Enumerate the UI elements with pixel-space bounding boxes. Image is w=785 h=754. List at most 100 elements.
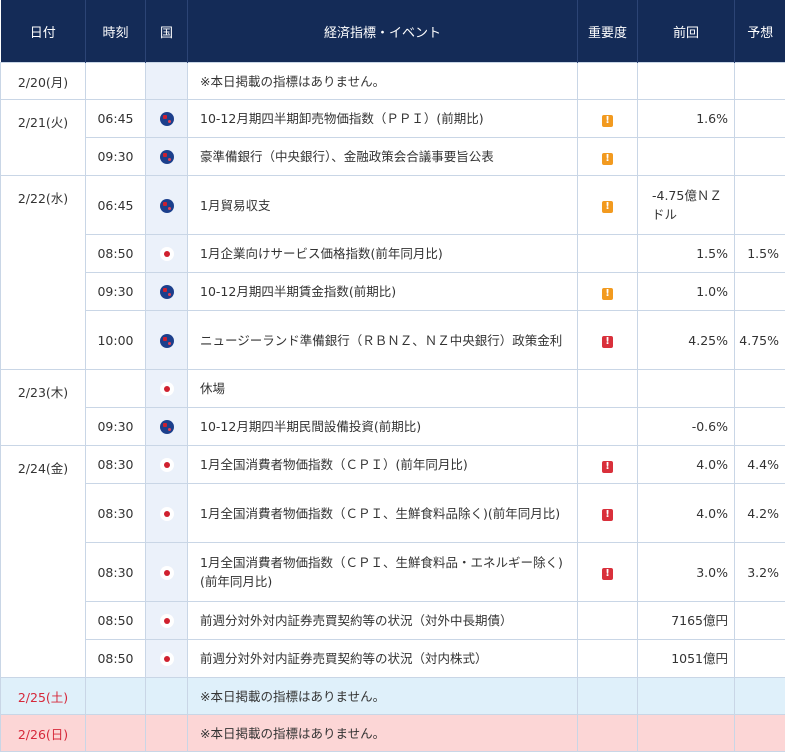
date-cell: 2/23(木) bbox=[0, 369, 86, 446]
forecast-value: 4.75% bbox=[734, 310, 785, 370]
date-cell: 2/25(土) bbox=[0, 677, 86, 715]
time-cell bbox=[85, 62, 146, 100]
time-cell: 09:30 bbox=[85, 137, 146, 176]
orange-exclamation-icon: ! bbox=[602, 114, 613, 127]
event-name[interactable]: 10-12月期四半期賃金指数(前期比) bbox=[187, 272, 578, 311]
forecast-value bbox=[734, 407, 785, 446]
event-name: ※本日掲載の指標はありません。 bbox=[187, 62, 578, 100]
table-row: 08:30 1月全国消費者物価指数（ＣＰＩ、生鮮食料品除く)(前年同月比) ! … bbox=[1, 483, 785, 543]
event-name[interactable]: ニュージーランド準備銀行（ＲＢＮＺ、ＮＺ中央銀行）政策金利 bbox=[187, 310, 578, 370]
time-cell: 06:45 bbox=[85, 175, 146, 235]
event-name: ※本日掲載の指標はありません。 bbox=[187, 714, 578, 752]
header-time[interactable]: 時刻 bbox=[85, 0, 146, 63]
previous-value: 1.6% bbox=[637, 99, 735, 138]
forecast-value bbox=[734, 601, 785, 640]
previous-value bbox=[637, 137, 735, 176]
header-row: 日付 時刻 国 経済指標・イベント 重要度 前回 予想 bbox=[0, 0, 785, 63]
table-row: 2/22(水) 06:45 1月貿易収支 ! -4.75億ＮＺドル bbox=[0, 175, 785, 370]
time-cell: 08:30 bbox=[85, 542, 146, 602]
event-name[interactable]: 1月貿易収支 bbox=[187, 175, 578, 235]
time-cell: 08:50 bbox=[85, 639, 146, 678]
table-row: 2/20(月) ※本日掲載の指標はありません。 bbox=[0, 62, 785, 100]
orange-exclamation-icon: ! bbox=[602, 287, 613, 300]
previous-value: 4.0% bbox=[637, 445, 735, 484]
event-name[interactable]: 豪準備銀行（中央銀行）、金融政策会合議事要旨公表 bbox=[187, 137, 578, 176]
forecast-value bbox=[734, 175, 785, 235]
forecast-value: 3.2% bbox=[734, 542, 785, 602]
header-importance[interactable]: 重要度 bbox=[577, 0, 638, 63]
new-zealand-flag-icon bbox=[159, 420, 174, 435]
forecast-value: 4.4% bbox=[734, 445, 785, 484]
date-cell: 2/22(水) bbox=[0, 175, 86, 370]
event-name[interactable]: 前週分対外対内証券売買契約等の状況（対内株式） bbox=[187, 639, 578, 678]
header-previous[interactable]: 前回 bbox=[637, 0, 735, 63]
date-cell: 2/26(日) bbox=[0, 714, 86, 752]
event-name[interactable]: 1月全国消費者物価指数（ＣＰＩ、生鮮食料品除く)(前年同月比) bbox=[187, 483, 578, 543]
red-exclamation-icon: ! bbox=[602, 460, 613, 473]
previous-value: -4.75億ＮＺドル bbox=[637, 175, 735, 235]
previous-value: 1.0% bbox=[637, 272, 735, 311]
time-cell: 08:50 bbox=[85, 234, 146, 273]
time-cell bbox=[85, 369, 146, 408]
event-name[interactable]: 1月企業向けサービス価格指数(前年同月比) bbox=[187, 234, 578, 273]
table-row: 2/25(土) ※本日掲載の指標はありません。 bbox=[0, 677, 785, 715]
previous-value: 3.0% bbox=[637, 542, 735, 602]
new-zealand-flag-icon bbox=[159, 333, 174, 348]
japan-flag-icon bbox=[159, 506, 174, 521]
header-forecast[interactable]: 予想 bbox=[734, 0, 785, 63]
table-row: 2/23(木) 休場 bbox=[0, 369, 785, 446]
time-cell: 06:45 bbox=[85, 99, 146, 138]
time-cell: 10:00 bbox=[85, 310, 146, 370]
date-cell: 2/21(火) bbox=[0, 99, 86, 176]
time-cell: 08:30 bbox=[85, 483, 146, 543]
forecast-value bbox=[734, 639, 785, 678]
previous-value: 7165億円 bbox=[637, 601, 735, 640]
time-cell: 09:30 bbox=[85, 407, 146, 446]
table-row: 08:50 前週分対外対内証券売買契約等の状況（対内株式） 1051億円 bbox=[1, 639, 785, 678]
previous-value: 1.5% bbox=[637, 234, 735, 273]
new-zealand-flag-icon bbox=[159, 198, 174, 213]
new-zealand-flag-icon bbox=[159, 285, 174, 300]
table-row: 09:30 豪準備銀行（中央銀行）、金融政策会合議事要旨公表 ! bbox=[1, 137, 785, 176]
forecast-value: 4.2% bbox=[734, 483, 785, 543]
japan-flag-icon bbox=[159, 458, 174, 473]
new-zealand-flag-icon bbox=[159, 150, 174, 165]
red-exclamation-icon: ! bbox=[602, 509, 613, 521]
orange-exclamation-icon: ! bbox=[602, 201, 613, 213]
country-cell bbox=[145, 62, 188, 100]
time-cell: 08:30 bbox=[85, 445, 146, 484]
table-row: 08:50 1月企業向けサービス価格指数(前年同月比) 1.5% 1.5% bbox=[1, 234, 785, 273]
forecast-value bbox=[734, 99, 785, 138]
table-row: 2/26(日) ※本日掲載の指標はありません。 bbox=[0, 714, 785, 752]
date-cell: 2/20(月) bbox=[0, 62, 86, 100]
date-cell: 2/24(金) bbox=[0, 445, 86, 678]
event-name[interactable]: 前週分対外対内証券売買契約等の状況（対外中長期債） bbox=[187, 601, 578, 640]
previous-value: -0.6% bbox=[637, 407, 735, 446]
red-exclamation-icon: ! bbox=[602, 336, 613, 348]
event-name[interactable]: 10-12月期四半期民間設備投資(前期比) bbox=[187, 407, 578, 446]
previous-value: 4.0% bbox=[637, 483, 735, 543]
table-row: 09:30 10-12月期四半期賃金指数(前期比) ! 1.0% bbox=[1, 272, 785, 311]
event-name[interactable]: 休場 bbox=[187, 369, 578, 408]
forecast-value: 1.5% bbox=[734, 234, 785, 273]
table-row: 2/24(金) 08:30 1月全国消費者物価指数（ＣＰＩ）(前年同月比) ! … bbox=[0, 445, 785, 678]
forecast-value bbox=[734, 369, 785, 408]
previous-value: 1051億円 bbox=[637, 639, 735, 678]
table-row: 2/21(火) 06:45 10-12月期四半期卸売物価指数（ＰＰＩ）(前期比)… bbox=[0, 99, 785, 176]
time-cell: 09:30 bbox=[85, 272, 146, 311]
table-row: 08:50 前週分対外対内証券売買契約等の状況（対外中長期債） 7165億円 bbox=[1, 601, 785, 640]
table-row: 09:30 10-12月期四半期民間設備投資(前期比) -0.6% bbox=[1, 407, 785, 446]
header-event[interactable]: 経済指標・イベント bbox=[187, 0, 578, 63]
previous-value: 4.25% bbox=[637, 310, 735, 370]
red-exclamation-icon: ! bbox=[602, 568, 613, 580]
event-name[interactable]: 10-12月期四半期卸売物価指数（ＰＰＩ）(前期比) bbox=[187, 99, 578, 138]
new-zealand-flag-icon bbox=[159, 112, 174, 127]
header-date[interactable]: 日付 bbox=[0, 0, 86, 63]
header-country[interactable]: 国 bbox=[145, 0, 188, 63]
japan-flag-icon bbox=[159, 565, 174, 580]
table-row: 08:30 1月全国消費者物価指数（ＣＰＩ、生鮮食料品・エネルギー除く)(前年同… bbox=[1, 542, 785, 602]
japan-flag-icon bbox=[159, 614, 174, 629]
event-name[interactable]: 1月全国消費者物価指数（ＣＰＩ、生鮮食料品・エネルギー除く)(前年同月比) bbox=[187, 542, 578, 602]
event-name[interactable]: 1月全国消費者物価指数（ＣＰＩ）(前年同月比) bbox=[187, 445, 578, 484]
table-row: 10:00 ニュージーランド準備銀行（ＲＢＮＺ、ＮＺ中央銀行）政策金利 ! 4.… bbox=[1, 310, 785, 370]
